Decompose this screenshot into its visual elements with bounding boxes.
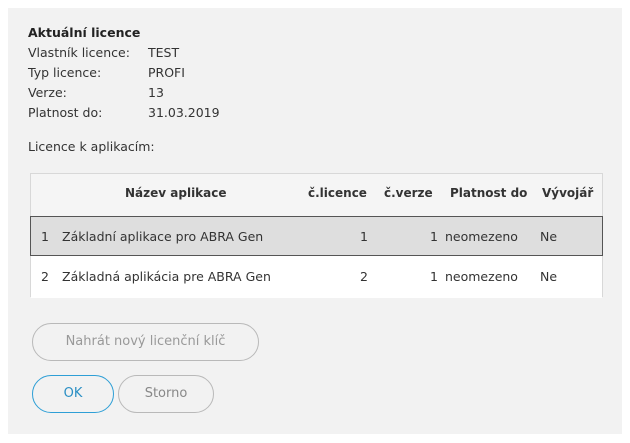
licence-number-cell: 1	[360, 229, 368, 244]
column-header-validity[interactable]: Platnost do	[450, 186, 527, 200]
license-owner-value: TEST	[148, 45, 180, 60]
table-row[interactable]: 2 Základná aplikácia pre ABRA Gen 2 1 ne…	[31, 256, 602, 298]
license-owner-row: Vlastník licence: TEST	[28, 45, 179, 60]
table-header: Název aplikace č.licence č.verze Platnos…	[31, 174, 602, 212]
column-header-licence-number[interactable]: č.licence	[308, 186, 367, 200]
license-version-value: 13	[148, 85, 164, 100]
app-name-cell: Základní aplikace pro ABRA Gen	[62, 229, 264, 244]
table-row[interactable]: 1 Základní aplikace pro ABRA Gen 1 1 neo…	[30, 216, 603, 256]
validity-cell: neomezeno	[445, 269, 518, 284]
version-number-cell: 1	[430, 229, 438, 244]
app-licences-table: Název aplikace č.licence č.verze Platnos…	[30, 173, 603, 298]
column-header-developer[interactable]: Vývojář	[542, 186, 593, 200]
license-owner-label: Vlastník licence:	[28, 45, 130, 60]
column-header-app-name[interactable]: Název aplikace	[125, 186, 227, 200]
app-licences-label: Licence k aplikacím:	[28, 139, 155, 154]
upload-license-key-button[interactable]: Nahrát nový licenční klíč	[32, 323, 259, 361]
license-validity-label: Platnost do:	[28, 105, 103, 120]
license-type-row: Typ licence: PROFI	[28, 65, 185, 80]
row-number: 2	[41, 269, 49, 284]
validity-cell: neomezeno	[445, 229, 518, 244]
license-version-row: Verze: 13	[28, 85, 164, 100]
license-type-value: PROFI	[148, 65, 185, 80]
app-name-cell: Základná aplikácia pre ABRA Gen	[62, 269, 271, 284]
license-validity-row: Platnost do: 31.03.2019	[28, 105, 220, 120]
licence-number-cell: 2	[360, 269, 368, 284]
license-dialog: Aktuální licence Vlastník licence: TEST T…	[8, 8, 622, 434]
license-section-title: Aktuální licence	[28, 25, 141, 40]
row-number: 1	[41, 229, 49, 244]
license-validity-value: 31.03.2019	[148, 105, 220, 120]
developer-cell: Ne	[540, 269, 558, 284]
cancel-button[interactable]: Storno	[118, 375, 214, 413]
version-number-cell: 1	[430, 269, 438, 284]
license-type-label: Typ licence:	[28, 65, 102, 80]
license-version-label: Verze:	[28, 85, 67, 100]
column-header-version-number[interactable]: č.verze	[384, 186, 433, 200]
developer-cell: Ne	[540, 229, 558, 244]
ok-button[interactable]: OK	[32, 375, 114, 413]
